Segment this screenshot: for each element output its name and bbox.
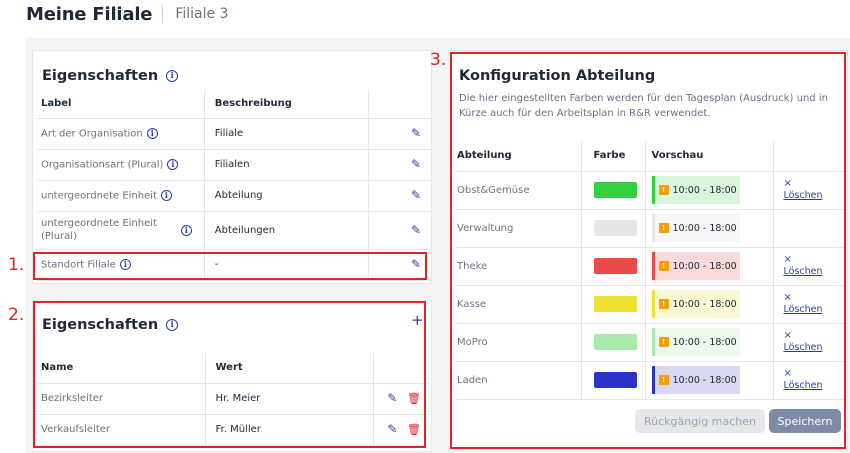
page-title: Meine Filiale [26,3,153,25]
pencil-icon[interactable]: ✎ [411,224,421,236]
info-icon[interactable]: i [146,127,158,139]
row-label: Organisationsart (Plural) [41,159,164,171]
info-icon[interactable]: i [180,224,192,236]
col-description: Beschreibung [204,90,370,119]
annotation-label-1: 1. [8,255,25,275]
pencil-icon[interactable]: ✎ [411,189,421,201]
properties-title: Eigenschaften i [42,68,179,84]
annotation-label-3: 3. [430,50,447,70]
pencil-icon[interactable]: ✎ [411,127,421,139]
row-value: Abteilung [204,180,370,212]
table-row: Organisationsart (Plural) i Filialen ✎ [37,149,431,181]
pencil-icon[interactable]: ✎ [411,158,421,170]
annotation-box-2 [33,301,426,448]
page-header: Meine Filiale Filiale 3 [26,0,228,28]
row-value: Abteilungen [204,211,370,250]
annotation-box-1 [33,252,427,280]
page-subtitle: Filiale 3 [175,6,229,22]
annotation-label-2: 2. [8,305,25,325]
table-row: Art der Organisation i Filiale ✎ [37,118,431,150]
annotation-box-3 [450,52,846,449]
row-label: untergeordnete Einheit (Plural) [41,218,157,242]
row-label: untergeordnete Einheit [41,190,157,202]
info-icon[interactable]: i [160,189,172,201]
table-row: untergeordnete Einheit i Abteilung ✎ [37,180,431,212]
row-value: Filiale [204,118,370,150]
row-value: Filialen [204,149,370,181]
header-divider [162,5,164,23]
table-header-row: Label Beschreibung [37,90,431,119]
row-label: Art der Organisation [41,128,143,140]
info-icon[interactable]: i [166,70,179,82]
col-label: Label [37,90,205,119]
table-row: untergeordnete Einheit (Plural) i Abteil… [37,211,431,250]
info-icon[interactable]: i [167,158,179,170]
properties-card: Eigenschaften i Label Beschreibung Art d… [32,50,432,284]
